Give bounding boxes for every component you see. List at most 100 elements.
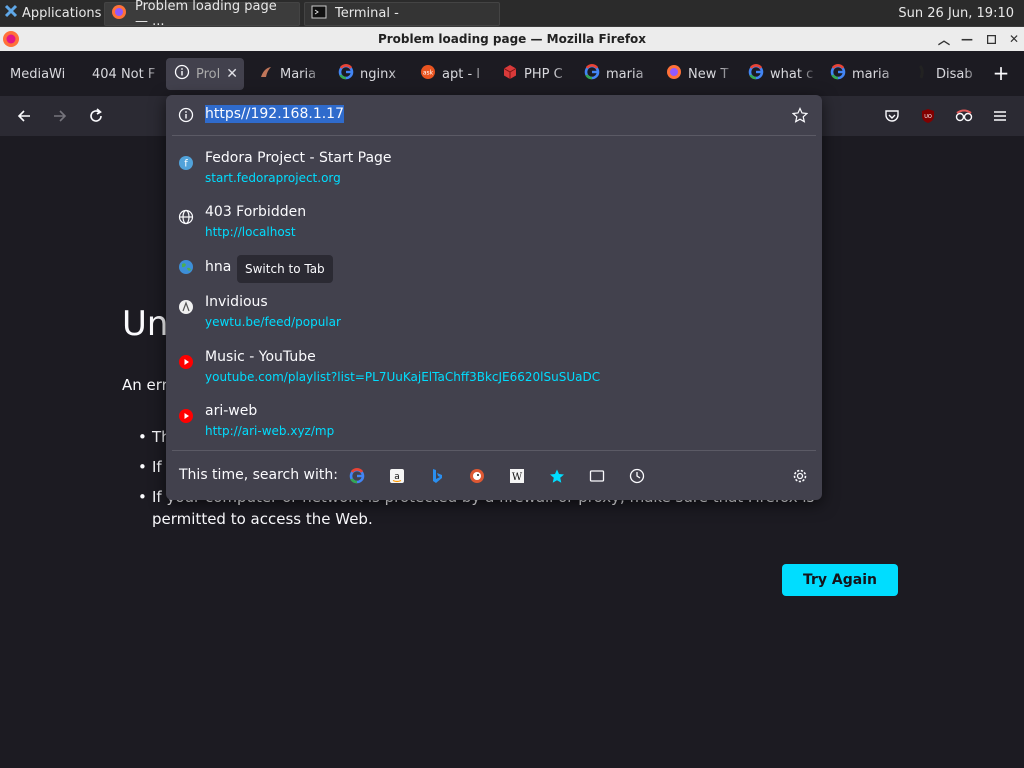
reload-button[interactable] (82, 102, 110, 130)
svg-text:ask: ask (423, 70, 434, 77)
invidious-icon (178, 299, 194, 315)
earth-icon (178, 259, 194, 275)
result-title: hna (205, 259, 232, 275)
new-tab-button[interactable]: + (986, 58, 1016, 88)
bing-search-engine-button[interactable] (426, 465, 448, 487)
divider (172, 450, 816, 451)
tab-label: MediaWi (10, 66, 66, 82)
tab-maria-search-2[interactable]: maria (822, 58, 900, 90)
tabs-search-button[interactable] (586, 465, 608, 487)
minimize-icon[interactable]: — (956, 27, 978, 51)
result-music-youtube[interactable]: Music - YouTube youtube.com/playlist?lis… (166, 346, 822, 396)
url-input[interactable]: https//192.168.1.17 (205, 105, 344, 123)
url-rest-text: //192.168.1.17 (241, 106, 344, 122)
firefox-icon (666, 64, 682, 84)
tab-php[interactable]: PHP C (494, 58, 572, 90)
chevron-up-icon[interactable]: ︿ (933, 27, 955, 51)
google-icon (338, 64, 354, 84)
svg-text:UO: UO (924, 114, 932, 120)
askubuntu-icon: ask (420, 64, 436, 84)
gear-icon (793, 469, 807, 483)
forward-button[interactable] (46, 102, 74, 130)
result-invidious[interactable]: Invidious yewtu.be/feed/popular (166, 291, 822, 341)
task-label: Terminal - (335, 6, 399, 21)
urlbar[interactable]: https//192.168.1.17 (166, 95, 822, 135)
search-with-label: This time, search with: (179, 467, 338, 483)
result-title: ari-web (205, 403, 258, 419)
result-url: yewtu.be/feed/popular (205, 315, 341, 329)
result-fedora[interactable]: f Fedora Project - Start Page start.fedo… (166, 147, 822, 197)
url-selected-text: https (205, 106, 242, 122)
result-403[interactable]: 403 Forbidden http://localhost (166, 201, 822, 251)
window-titlebar: Problem loading page — Mozilla Firefox ︿… (0, 27, 1024, 51)
menu-button[interactable] (986, 102, 1014, 130)
reload-icon (90, 108, 102, 122)
youtube-icon (178, 354, 194, 370)
tab-new-tab[interactable]: New T (658, 58, 736, 90)
firefox-icon (111, 4, 127, 24)
result-title: 403 Forbidden (205, 204, 307, 220)
tab-404[interactable]: 404 Not F (84, 58, 164, 90)
ublock-button[interactable]: UO (914, 102, 942, 130)
svg-text:f: f (184, 159, 188, 170)
arrow-left-icon (17, 110, 30, 122)
history-search-button[interactable] (626, 465, 648, 487)
system-taskbar: Applications ≡ Problem loading page — ..… (0, 0, 1024, 29)
tab-maria-search[interactable]: maria (576, 58, 654, 90)
close-icon[interactable]: ✕ (226, 66, 238, 82)
tab-nginx[interactable]: nginx (330, 58, 408, 90)
clock[interactable]: Sun 26 Jun, 19:10 (898, 6, 1024, 21)
google-search-engine-button[interactable] (346, 465, 368, 487)
back-button[interactable] (10, 102, 38, 130)
bookmark-star-icon[interactable] (791, 107, 809, 127)
tab-strip: MediaWi 404 Not F Prol ✕ Maria nginx ask… (0, 51, 1024, 96)
taskbar-terminal-window[interactable]: Terminal - (304, 1, 500, 26)
maximize-icon[interactable] (980, 27, 1002, 51)
pocket-button[interactable] (878, 102, 906, 130)
tab-disable[interactable]: Disab (906, 58, 982, 90)
amazon-search-engine-button[interactable]: a (386, 465, 408, 487)
youtube-icon (178, 408, 194, 424)
firefox-icon[interactable] (2, 30, 20, 51)
tab-label: Prol (196, 66, 221, 82)
google-icon (349, 468, 365, 484)
fedora-icon: f (178, 155, 194, 171)
svg-text:W: W (512, 472, 523, 483)
google-icon (748, 64, 764, 84)
ublock-icon: UO (922, 109, 934, 123)
star-icon (550, 469, 564, 483)
result-title: Music - YouTube (205, 349, 316, 365)
tab-problem-loading[interactable]: Prol ✕ (166, 58, 244, 90)
extension-button[interactable] (950, 102, 978, 130)
tab-maria[interactable]: Maria (250, 58, 324, 90)
close-icon[interactable]: ✕ (1003, 27, 1024, 51)
result-hna[interactable]: hna Switch to Tab (166, 255, 822, 295)
arrow-right-icon (54, 110, 67, 122)
wikipedia-search-engine-button[interactable]: W (506, 465, 528, 487)
svg-text:a: a (394, 472, 400, 482)
search-settings-button[interactable] (789, 465, 811, 487)
globe-icon (178, 209, 194, 225)
bookmarks-search-button[interactable] (546, 465, 568, 487)
result-title: Invidious (205, 294, 268, 310)
window-title: Problem loading page — Mozilla Firefox (377, 32, 647, 46)
info-icon[interactable] (178, 107, 194, 127)
taskbar-firefox-window[interactable]: Problem loading page — ... (104, 0, 300, 29)
tab-icon (589, 470, 605, 482)
disable-icon (914, 64, 930, 84)
bing-icon (433, 469, 442, 483)
applications-icon (4, 4, 18, 22)
try-again-button[interactable]: Try Again (782, 564, 898, 596)
result-ari-web[interactable]: ari-web http://ari-web.xyz/mp (166, 400, 822, 450)
php-cube-icon (502, 64, 518, 84)
applications-menu[interactable]: Applications ≡ (0, 0, 116, 27)
wikipedia-icon: W (510, 469, 524, 483)
google-icon (830, 64, 846, 84)
tab-apt[interactable]: ask apt - I (412, 58, 490, 90)
hamburger-icon (994, 111, 1006, 121)
tab-mediawiki[interactable]: MediaWi (2, 58, 82, 90)
divider (172, 135, 816, 136)
applications-label: Applications (22, 5, 102, 21)
tab-what[interactable]: what c (740, 58, 818, 90)
duckduckgo-search-engine-button[interactable] (466, 465, 488, 487)
